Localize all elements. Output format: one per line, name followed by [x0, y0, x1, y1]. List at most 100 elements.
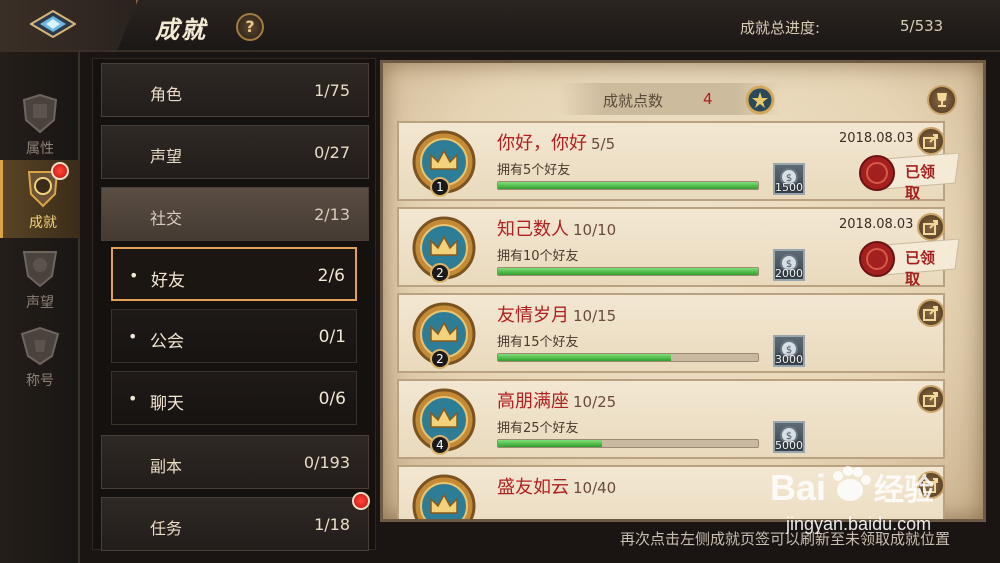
- total-progress-label: 成就总进度:: [740, 19, 821, 37]
- claimed-label: 已领取: [905, 249, 936, 288]
- back-button[interactable]: [0, 0, 138, 50]
- medal-icon: [745, 85, 775, 115]
- achievement-card[interactable]: 1 你好，你好 5/5 拥有5个好友 $1500 2018.08.03 已领取: [397, 121, 960, 202]
- reward-quantity: 1500: [775, 181, 803, 194]
- category-role[interactable]: 角色 1/75: [101, 63, 369, 117]
- subcategory-label: 好友: [151, 271, 185, 291]
- bullet-icon: •: [128, 327, 138, 346]
- claimed-label: 已领取: [905, 163, 936, 202]
- rail-item-label: 称号: [26, 373, 54, 389]
- progress-bar: [497, 353, 759, 362]
- rail-item-label: 成就: [29, 215, 57, 231]
- achievement-title: 盛友如云: [497, 477, 569, 498]
- rail-item-title[interactable]: 称号: [0, 318, 80, 396]
- notification-dot: [352, 492, 370, 510]
- level-badge: 1: [430, 177, 450, 197]
- achievement-card[interactable]: 2 知己数人 10/10 拥有10个好友 $2000 2018.08.03 已领取: [397, 207, 960, 288]
- level-badge: 2: [430, 263, 450, 283]
- achievement-card[interactable]: 4 高朋满座 10/25 拥有25个好友 $5000: [397, 379, 945, 459]
- subcategory-count: 0/1: [318, 327, 346, 347]
- share-button[interactable]: [917, 299, 945, 327]
- back-diamond-icon: [30, 10, 76, 38]
- category-count: 0/27: [314, 143, 350, 162]
- achievement-progress: 10/25: [573, 393, 617, 411]
- bullet-icon: •: [128, 389, 138, 408]
- category-count: 0/193: [303, 453, 350, 472]
- trophy-button[interactable]: [927, 85, 957, 115]
- top-bar: 成就 ? 成就总进度: 5/533: [0, 0, 1000, 52]
- reward-quantity: 5000: [775, 439, 803, 452]
- category-social[interactable]: 社交 2/13: [101, 187, 369, 241]
- total-progress-value: 5/533: [900, 17, 944, 35]
- achievement-progress: 10/40: [573, 479, 617, 497]
- rail-item-achievement[interactable]: 成就: [0, 160, 80, 238]
- achievement-desc: 拥有15个好友: [497, 335, 579, 350]
- progress-fill: [498, 354, 672, 361]
- reward-quantity: 3000: [775, 353, 803, 366]
- level-badge: 4: [430, 435, 450, 455]
- achievement-date: 2018.08.03: [839, 217, 914, 232]
- rail-item-reputation[interactable]: 声望: [0, 240, 80, 318]
- progress-bar: [497, 181, 759, 190]
- subcategory-count: 0/6: [318, 389, 346, 409]
- achievement-progress: 10/10: [573, 221, 617, 239]
- notification-dot: [51, 162, 69, 180]
- subcategory-label: 公会: [150, 332, 184, 352]
- achievement-card[interactable]: 2 友情岁月 10/15 拥有15个好友 $3000: [397, 293, 945, 373]
- category-list: 角色 1/75 声望 0/27 社交 2/13 • 好友 2/6 • 公会 0/…: [92, 58, 376, 551]
- category-label: 角色: [150, 85, 183, 104]
- rail-item-label: 属性: [26, 141, 54, 157]
- achievement-desc: 拥有5个好友: [497, 163, 571, 178]
- progress-fill: [498, 182, 758, 189]
- svg-text:jingyan.baidu.com: jingyan.baidu.com: [785, 514, 931, 534]
- side-rail: 属性 成就 声望 称号: [0, 52, 80, 563]
- category-label: 副本: [150, 457, 183, 476]
- achievement-desc: 拥有25个好友: [497, 421, 579, 436]
- achievement-desc: 拥有10个好友: [497, 249, 579, 264]
- help-button[interactable]: ?: [236, 13, 264, 41]
- bullet-icon: •: [129, 266, 139, 285]
- progress-bar: [497, 439, 759, 448]
- achievement-title: 知己数人: [497, 219, 569, 240]
- svg-text:Bai: Bai: [770, 467, 826, 508]
- subcategory-chat[interactable]: • 聊天 0/6: [111, 371, 357, 425]
- category-count: 2/13: [314, 205, 350, 224]
- subcategory-friends[interactable]: • 好友 2/6: [111, 247, 357, 301]
- achievement-panel: 成就点数 4 1 你好，你好 5/5 拥有5个好友 $1500 2018.08.03 已领取…: [380, 60, 986, 522]
- subcategory-label: 聊天: [150, 394, 184, 414]
- achievement-title: 你好，你好: [497, 133, 587, 154]
- page-title: 成就: [155, 16, 207, 44]
- progress-fill: [498, 268, 758, 275]
- level-badge: 2: [430, 349, 450, 369]
- share-button[interactable]: [917, 213, 945, 241]
- subcategory-count: 2/6: [317, 266, 345, 286]
- points-label: 成就点数: [603, 92, 664, 110]
- share-button[interactable]: [917, 385, 945, 413]
- share-icon: [923, 306, 938, 321]
- achievement-name: 你好，你好 5/5: [497, 129, 615, 155]
- reward-quantity: 2000: [775, 267, 803, 280]
- category-label: 社交: [150, 209, 183, 228]
- share-button[interactable]: [917, 127, 945, 155]
- rail-item-attribute[interactable]: 属性: [0, 86, 80, 164]
- crown-badge-icon: [412, 474, 476, 519]
- rail-item-label: 声望: [26, 295, 54, 311]
- achievement-name: 盛友如云 10/40: [497, 473, 616, 499]
- subcategory-guild[interactable]: • 公会 0/1: [111, 309, 357, 363]
- category-dungeon[interactable]: 副本 0/193: [101, 435, 369, 489]
- category-label: 声望: [150, 147, 183, 166]
- progress-fill: [498, 440, 602, 447]
- attribute-icon: [22, 93, 58, 134]
- share-icon: [923, 392, 938, 407]
- share-icon: [923, 220, 938, 235]
- achievement-date: 2018.08.03: [839, 131, 914, 146]
- category-reputation[interactable]: 声望 0/27: [101, 125, 369, 179]
- achievement-name: 友情岁月 10/15: [497, 301, 616, 327]
- reputation-icon: [22, 251, 58, 288]
- category-quest[interactable]: 任务 1/18: [101, 492, 370, 551]
- progress-bar: [497, 267, 759, 276]
- achievement-title: 友情岁月: [497, 305, 569, 326]
- achievement-name: 高朋满座 10/25: [497, 387, 616, 413]
- svg-text:经验: 经验: [874, 473, 934, 508]
- category-count: 1/75: [314, 81, 350, 100]
